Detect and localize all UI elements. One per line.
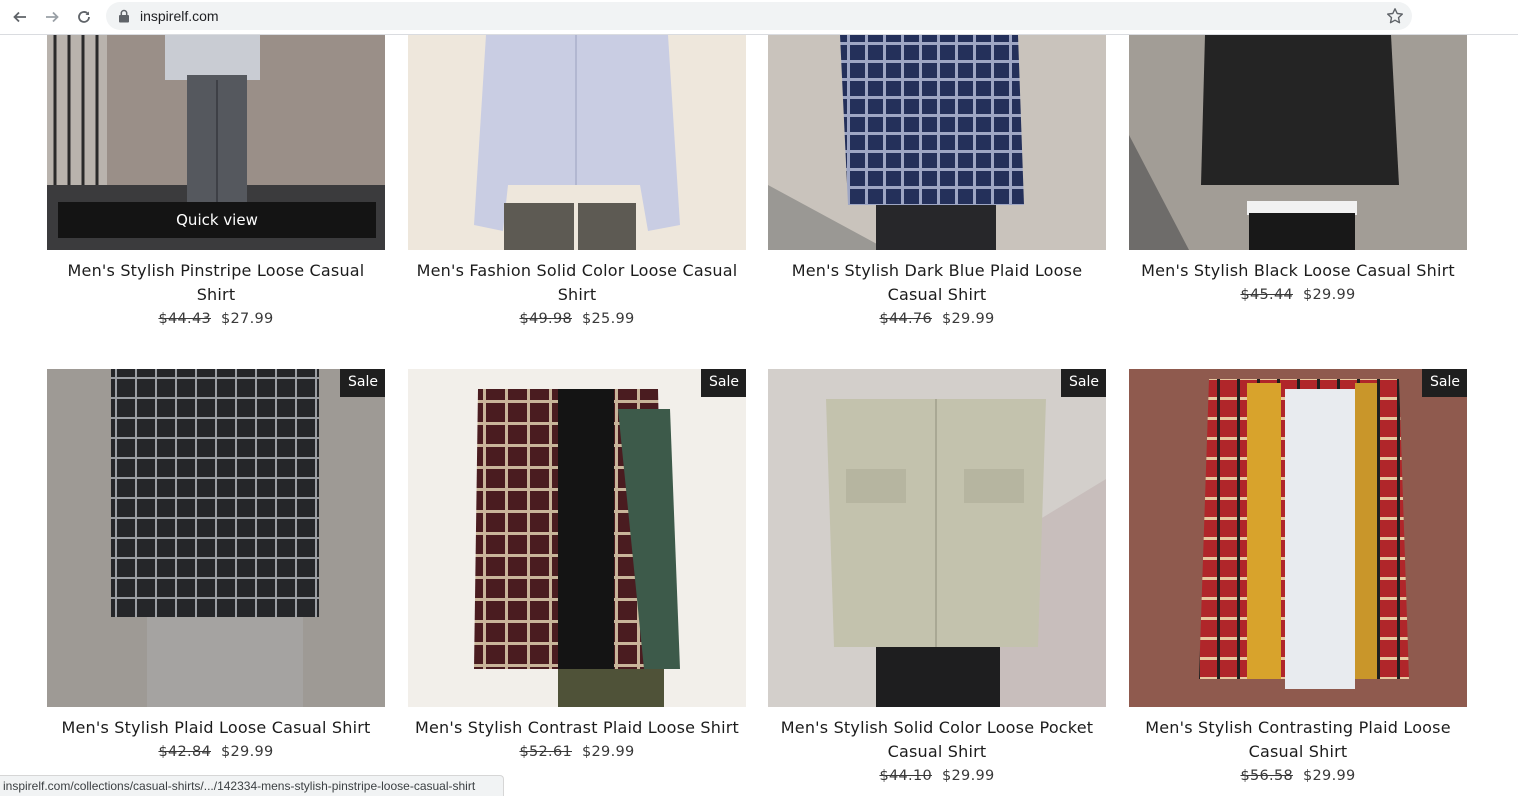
product-card[interactable]: Sale Men's Stylish Contrast Plaid Loose … (408, 369, 746, 760)
product-prices: $44.76 $29.99 (768, 311, 1106, 327)
product-prices: $52.61 $29.99 (408, 744, 746, 760)
back-arrow-icon (13, 11, 26, 23)
product-card[interactable]: Quick view Men's Stylish Pinstripe Loose… (47, 35, 385, 327)
product-image[interactable]: Sale (1129, 369, 1467, 707)
compare-at-price: $56.58 (1240, 768, 1293, 784)
sale-badge: Sale (340, 369, 385, 397)
sale-price: $29.99 (1303, 768, 1356, 784)
product-title[interactable]: Men's Stylish Solid Color Loose Pocket C… (768, 716, 1106, 764)
sale-badge: Sale (1422, 369, 1467, 397)
product-image[interactable] (408, 35, 746, 250)
product-photo (768, 369, 1106, 707)
product-photo (47, 369, 385, 707)
forward-button[interactable] (40, 5, 64, 29)
product-title[interactable]: Men's Stylish Black Loose Casual Shirt (1129, 259, 1467, 283)
sale-price: $25.99 (582, 311, 635, 327)
compare-at-price: $49.98 (519, 311, 572, 327)
product-card[interactable]: Men's Fashion Solid Color Loose Casual S… (408, 35, 746, 327)
reload-button[interactable] (72, 5, 96, 29)
product-title[interactable]: Men's Stylish Plaid Loose Casual Shirt (47, 716, 385, 740)
sale-price: $29.99 (1303, 287, 1356, 303)
compare-at-price: $42.84 (158, 744, 211, 760)
product-card[interactable]: Sale Men's Stylish Contrasting Plaid Loo… (1129, 369, 1467, 784)
product-title[interactable]: Men's Stylish Contrasting Plaid Loose Ca… (1129, 716, 1467, 764)
product-card[interactable]: Men's Stylish Dark Blue Plaid Loose Casu… (768, 35, 1106, 327)
compare-at-price: $52.61 (519, 744, 572, 760)
product-title[interactable]: Men's Stylish Contrast Plaid Loose Shirt (408, 716, 746, 740)
product-prices: $56.58 $29.99 (1129, 768, 1467, 784)
product-title[interactable]: Men's Stylish Pinstripe Loose Casual Shi… (47, 259, 385, 307)
product-image[interactable]: Quick view (47, 35, 385, 250)
product-photo (1129, 35, 1467, 250)
compare-at-price: $45.44 (1240, 287, 1293, 303)
product-card[interactable]: Men's Stylish Black Loose Casual Shirt $… (1129, 35, 1467, 303)
sale-price: $29.99 (221, 744, 274, 760)
product-image[interactable]: Sale (408, 369, 746, 707)
link-status-bar: inspirelf.com/collections/casual-shirts/… (0, 775, 505, 796)
browser-toolbar: inspirelf.com (0, 0, 1518, 35)
quick-view-button[interactable]: Quick view (58, 202, 376, 238)
sale-price: $29.99 (582, 744, 635, 760)
address-bar[interactable]: inspirelf.com (106, 2, 1412, 30)
product-title[interactable]: Men's Fashion Solid Color Loose Casual S… (408, 259, 746, 307)
compare-at-price: $44.76 (879, 311, 932, 327)
product-photo (768, 35, 1106, 250)
compare-at-price: $44.43 (158, 311, 211, 327)
product-photo (408, 369, 746, 707)
sale-price: $29.99 (942, 311, 995, 327)
product-prices: $42.84 $29.99 (47, 744, 385, 760)
compare-at-price: $44.10 (879, 768, 932, 784)
product-prices: $45.44 $29.99 (1129, 287, 1467, 303)
back-button[interactable] (8, 5, 32, 29)
product-image[interactable] (1129, 35, 1467, 250)
product-image[interactable] (768, 35, 1106, 250)
product-prices: $49.98 $25.99 (408, 311, 746, 327)
product-card[interactable]: Sale Men's Stylish Solid Color Loose Poc… (768, 369, 1106, 784)
sale-price: $29.99 (942, 768, 995, 784)
lock-icon (119, 9, 129, 23)
url-text: inspirelf.com (140, 8, 219, 24)
product-prices: $44.43 $27.99 (47, 311, 385, 327)
product-title[interactable]: Men's Stylish Dark Blue Plaid Loose Casu… (768, 259, 1106, 307)
product-photo (1129, 369, 1467, 707)
product-prices: $44.10 $29.99 (768, 768, 1106, 784)
product-image[interactable]: Sale (47, 369, 385, 707)
sale-price: $27.99 (221, 311, 274, 327)
sale-badge: Sale (1061, 369, 1106, 397)
bookmark-star-icon[interactable] (1386, 7, 1404, 25)
product-photo (408, 35, 746, 250)
product-card[interactable]: Sale Men's Stylish Plaid Loose Casual Sh… (47, 369, 385, 760)
forward-arrow-icon (46, 11, 59, 23)
reload-icon (78, 11, 90, 23)
product-image[interactable]: Sale (768, 369, 1106, 707)
sale-badge: Sale (701, 369, 746, 397)
